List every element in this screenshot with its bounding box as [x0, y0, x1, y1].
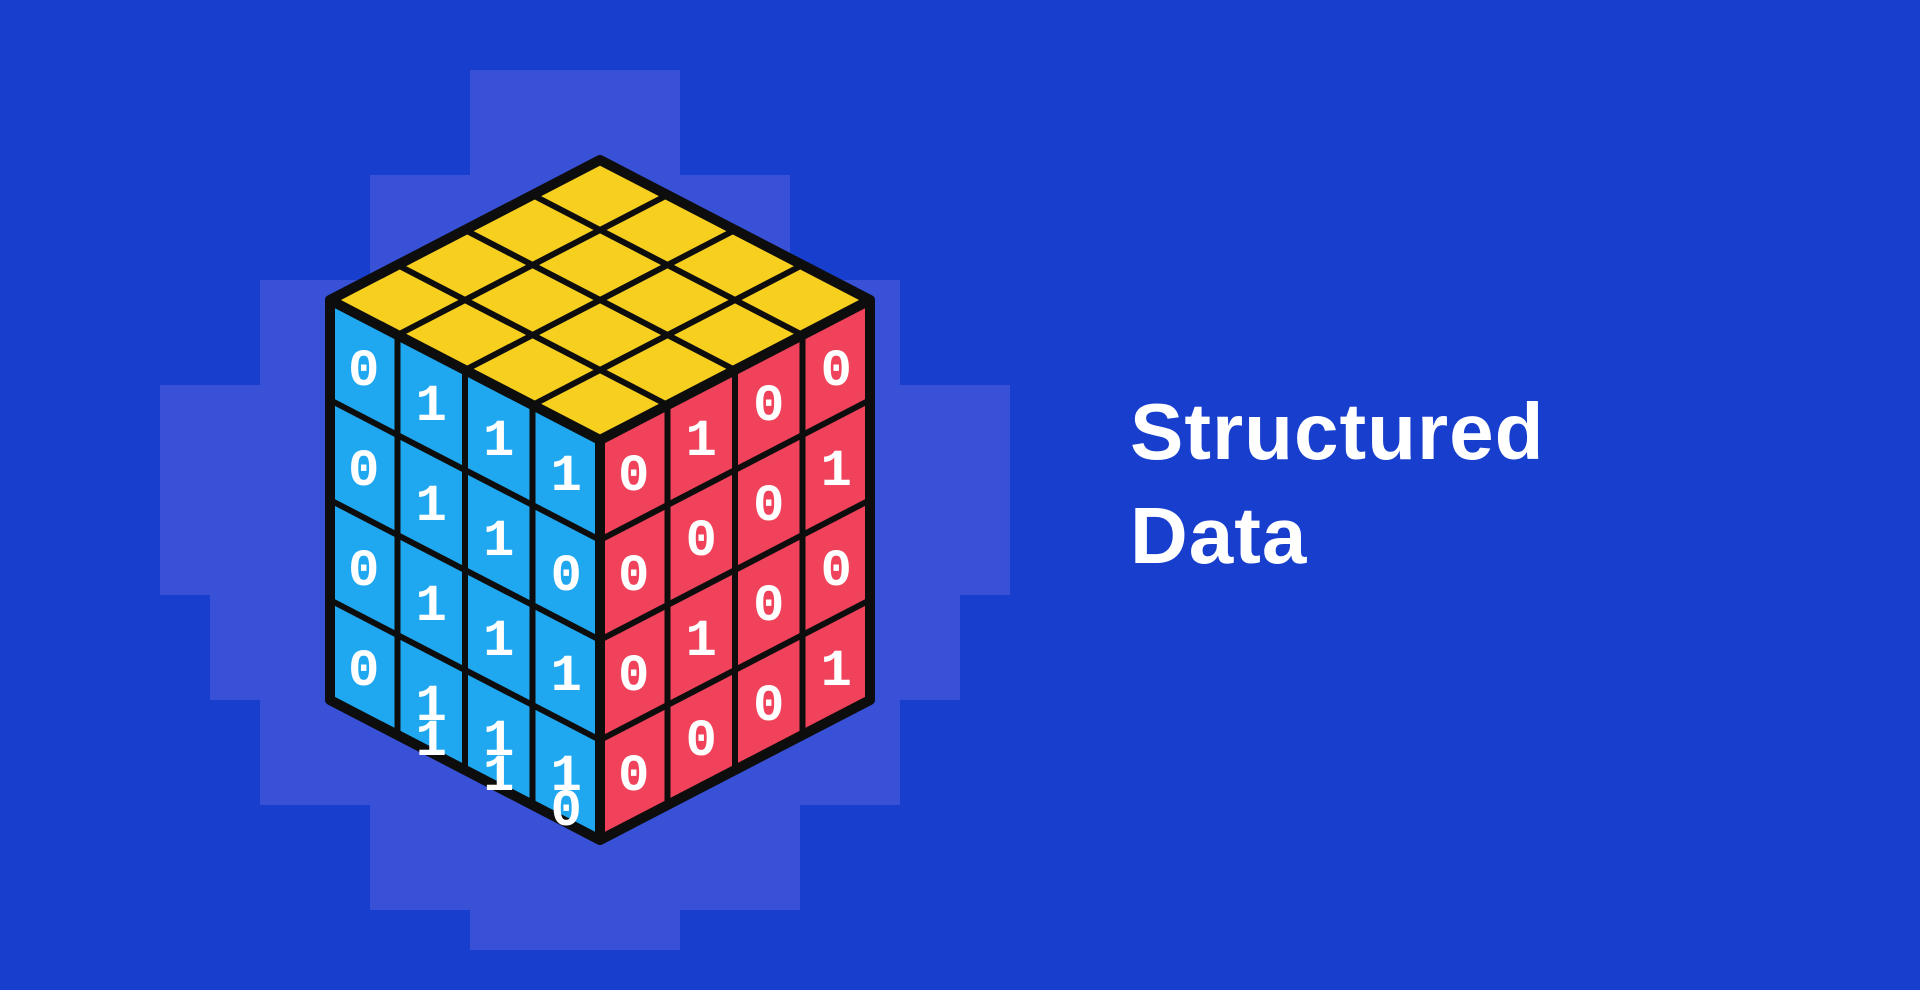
- right-digit: 0: [618, 447, 649, 506]
- left-digit: 1: [416, 477, 447, 536]
- left-digit: 1: [416, 577, 447, 636]
- right-digit: 0: [618, 647, 649, 706]
- right-digit: 0: [753, 577, 784, 636]
- right-digit: 0: [686, 512, 717, 571]
- right-digit: 1: [686, 412, 717, 471]
- left-digit: 0: [551, 547, 582, 606]
- right-digit: 0: [618, 747, 649, 806]
- title-line-1: Structured: [1130, 380, 1545, 484]
- left-digit: 1: [483, 747, 514, 806]
- right-digit: 0: [821, 542, 852, 601]
- right-digit: 0: [753, 677, 784, 736]
- right-digit: 0: [821, 342, 852, 401]
- left-digit: 0: [551, 782, 582, 841]
- right-digit: 0: [753, 477, 784, 536]
- left-digit: 0: [348, 442, 379, 501]
- right-digit: 0: [753, 377, 784, 436]
- left-digit: 0: [348, 542, 379, 601]
- right-digit: 1: [686, 612, 717, 671]
- right-digit: 1: [821, 642, 852, 701]
- left-digit: 1: [551, 647, 582, 706]
- binary-data-cube: 0 0 0 0 1 1 1 1 1 1 1 1 1 0 1 1 1 1 0: [240, 100, 960, 920]
- left-digit: 1: [416, 377, 447, 436]
- hero-title: Structured Data: [1130, 380, 1545, 588]
- left-digit: 1: [483, 512, 514, 571]
- right-digit: 1: [821, 442, 852, 501]
- right-digit: 0: [618, 547, 649, 606]
- left-digit: 1: [416, 712, 447, 771]
- title-line-2: Data: [1130, 484, 1545, 588]
- left-digit: 1: [551, 447, 582, 506]
- left-digit: 0: [348, 342, 379, 401]
- right-digit: 0: [686, 712, 717, 771]
- left-digit: 1: [483, 412, 514, 471]
- left-digit: 0: [348, 642, 379, 701]
- left-digit: 1: [483, 612, 514, 671]
